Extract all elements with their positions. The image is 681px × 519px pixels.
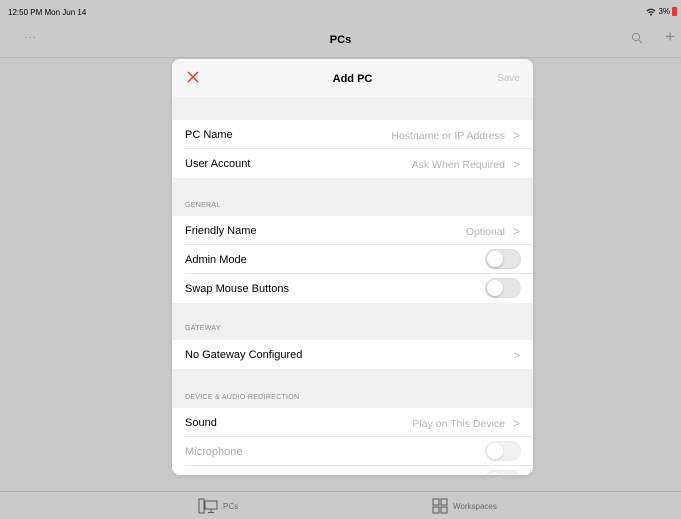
swap-mouse-toggle[interactable] bbox=[485, 278, 521, 298]
toggle-knob bbox=[487, 443, 503, 459]
dialog-header: Add PC Save bbox=[172, 59, 533, 97]
tab-pcs-label: PCs bbox=[223, 501, 239, 511]
pc-name-label: PC Name bbox=[185, 129, 233, 141]
user-account-label: User Account bbox=[185, 158, 251, 170]
grid-icon bbox=[432, 498, 448, 514]
section-header-device-audio: DEVICE & AUDIO REDIRECTION bbox=[185, 394, 300, 401]
admin-mode-row: Admin Mode bbox=[172, 245, 533, 274]
swap-mouse-row: Swap Mouse Buttons bbox=[172, 274, 533, 303]
status-indicators: 3% bbox=[646, 7, 677, 16]
chevron-right-icon: > bbox=[513, 159, 520, 171]
cutoff-toggle[interactable] bbox=[485, 470, 521, 475]
gateway-label: No Gateway Configured bbox=[185, 349, 303, 361]
pc-name-row[interactable]: PC Name Hostname or IP Address > bbox=[172, 120, 533, 149]
admin-mode-label: Admin Mode bbox=[185, 254, 247, 266]
friendly-name-label: Friendly Name bbox=[185, 225, 257, 237]
microphone-label: Microphone bbox=[185, 446, 243, 458]
gateway-row[interactable]: No Gateway Configured > bbox=[172, 340, 533, 369]
save-button[interactable]: Save bbox=[497, 73, 520, 84]
tab-workspaces-label: Workspaces bbox=[453, 501, 497, 511]
pc-name-value: Hostname or IP Address bbox=[391, 130, 505, 142]
microphone-row: Microphone bbox=[172, 437, 533, 466]
chevron-right-icon: > bbox=[513, 418, 520, 430]
nav-bar: ··· PCs + bbox=[0, 22, 681, 58]
toggle-knob bbox=[487, 251, 503, 267]
sound-row[interactable]: Sound Play on This Device > bbox=[172, 408, 533, 437]
user-account-value: Ask When Required bbox=[411, 159, 505, 171]
tab-pcs[interactable]: PCs bbox=[198, 498, 238, 514]
tab-workspaces[interactable]: Workspaces bbox=[432, 498, 497, 514]
admin-mode-toggle[interactable] bbox=[485, 249, 521, 269]
friendly-name-value: Optional bbox=[465, 226, 505, 238]
user-account-row[interactable]: User Account Ask When Required > bbox=[172, 149, 533, 178]
wifi-icon bbox=[647, 8, 656, 16]
search-icon[interactable] bbox=[631, 32, 643, 44]
monitor-icon bbox=[198, 498, 218, 514]
sound-label: Sound bbox=[185, 417, 217, 429]
section-header-gateway: GATEWAY bbox=[185, 325, 221, 332]
swap-mouse-label: Swap Mouse Buttons bbox=[185, 283, 289, 295]
page-title: PCs bbox=[329, 34, 352, 46]
tab-bar: PCs Workspaces bbox=[0, 491, 681, 519]
microphone-toggle[interactable] bbox=[485, 441, 521, 461]
chevron-right-icon: > bbox=[513, 226, 520, 238]
status-bar: 12:50 PM Mon Jun 14 3% bbox=[0, 0, 681, 22]
dialog-title: Add PC bbox=[332, 73, 373, 85]
battery-percent: 3% bbox=[658, 7, 670, 16]
chevron-right-icon: > bbox=[513, 130, 520, 142]
sound-value: Play on This Device bbox=[412, 418, 505, 430]
toggle-knob bbox=[487, 472, 503, 475]
toggle-knob bbox=[487, 280, 503, 296]
battery-icon bbox=[672, 7, 677, 16]
friendly-name-row[interactable]: Friendly Name Optional > bbox=[172, 216, 533, 245]
status-time: 12:50 PM Mon Jun 14 bbox=[8, 8, 87, 17]
plus-icon[interactable]: + bbox=[665, 28, 675, 45]
cutoff-row bbox=[172, 466, 533, 475]
chevron-right-icon: > bbox=[513, 350, 520, 362]
section-header-general: GENERAL bbox=[185, 202, 221, 209]
add-pc-dialog: Add PC Save PC Name Hostname or IP Addre… bbox=[172, 59, 533, 475]
